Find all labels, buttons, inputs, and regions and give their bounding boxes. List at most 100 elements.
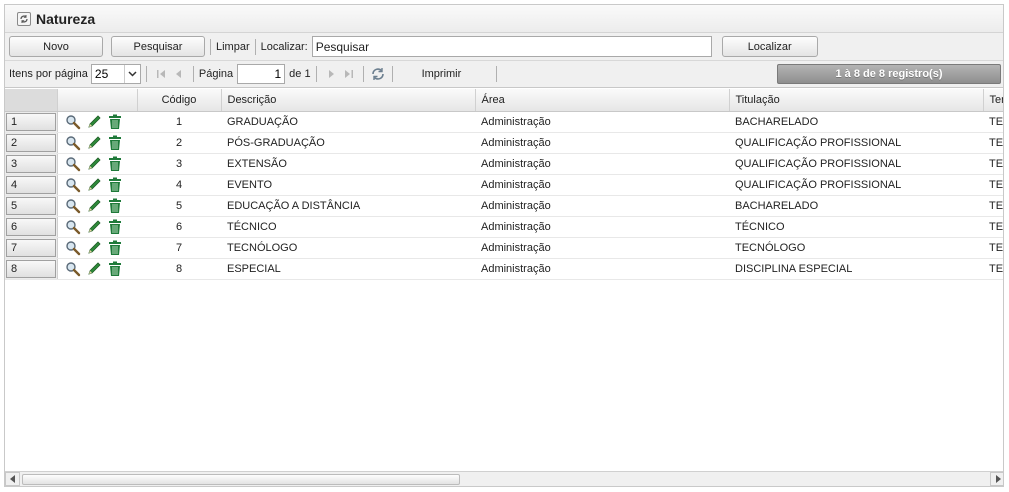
cell-area: Administração [475, 111, 729, 133]
row-number-cell[interactable]: 6 [5, 216, 58, 238]
pencil-icon[interactable] [85, 176, 103, 194]
items-per-page-value: 25 [94, 67, 109, 81]
table-row[interactable]: 2 2 PÓS-GRADUAÇÃO Administração QUALIFICAÇÃO… [5, 132, 1003, 154]
previous-page-icon[interactable] [170, 65, 188, 83]
scrollbar-track[interactable] [20, 473, 990, 486]
trash-icon[interactable] [106, 239, 124, 257]
refresh-icon[interactable] [17, 11, 31, 26]
print-link[interactable]: Imprimir [422, 68, 462, 80]
row-actions [57, 153, 137, 175]
natureza-table: Código Descrição Área Titulação Ter 1 1 GR… [5, 89, 1003, 280]
items-per-page-select[interactable]: 25 [90, 64, 141, 84]
trash-icon[interactable] [106, 218, 124, 236]
trash-icon[interactable] [106, 134, 124, 152]
header-titulacao[interactable]: Titulação [729, 89, 984, 112]
table-row[interactable]: 5 5 EDUCAÇÃO A DISTÂNCIA Administração BACHA… [5, 195, 1003, 217]
row-number[interactable]: 1 [6, 113, 56, 131]
row-number-cell[interactable]: 8 [5, 258, 58, 280]
chevron-down-icon [123, 65, 140, 83]
table-header-row: Código Descrição Área Titulação Ter [5, 89, 1003, 112]
search-button[interactable]: Pesquisar [111, 36, 205, 57]
trash-icon[interactable] [106, 155, 124, 173]
magnifier-icon[interactable] [64, 176, 82, 194]
row-number[interactable]: 8 [6, 260, 56, 278]
row-number[interactable]: 2 [6, 134, 56, 152]
cell-codigo: 1 [137, 111, 221, 133]
header-descricao[interactable]: Descrição [221, 89, 476, 112]
row-number[interactable]: 6 [6, 218, 56, 236]
table-row[interactable]: 1 1 GRADUAÇÃO Administração BACHARELADO TE [5, 111, 1003, 133]
row-number-cell[interactable]: 2 [5, 132, 58, 154]
row-number-cell[interactable]: 5 [5, 195, 58, 217]
cell-area: Administração [475, 258, 729, 280]
cell-titulacao: TÉCNICO [729, 216, 983, 238]
row-number-cell[interactable]: 1 [5, 111, 58, 133]
pencil-icon[interactable] [85, 134, 103, 152]
trash-icon[interactable] [106, 113, 124, 131]
pencil-icon[interactable] [85, 155, 103, 173]
horizontal-scrollbar[interactable] [5, 471, 1003, 486]
cell-area: Administração [475, 174, 729, 196]
cell-extra: TE [983, 258, 1003, 280]
cell-codigo: 6 [137, 216, 221, 238]
next-page-icon[interactable] [322, 65, 340, 83]
magnifier-icon[interactable] [64, 197, 82, 215]
row-actions [57, 195, 137, 217]
row-number[interactable]: 4 [6, 176, 56, 194]
cell-descricao: PÓS-GRADUAÇÃO [221, 132, 475, 154]
pager-separator [315, 66, 317, 82]
magnifier-icon[interactable] [64, 260, 82, 278]
table-row[interactable]: 3 3 EXTENSÃO Administração QUALIFICAÇÃO PROF… [5, 153, 1003, 175]
trash-icon[interactable] [106, 197, 124, 215]
cell-codigo: 2 [137, 132, 221, 154]
pencil-icon[interactable] [85, 113, 103, 131]
cell-descricao: EDUCAÇÃO A DISTÂNCIA [221, 195, 475, 217]
trash-icon[interactable] [106, 260, 124, 278]
row-number-cell[interactable]: 7 [5, 237, 58, 259]
magnifier-icon[interactable] [64, 218, 82, 236]
locate-input[interactable] [311, 36, 712, 57]
locate-button[interactable]: Localizar [721, 36, 818, 57]
magnifier-icon[interactable] [64, 113, 82, 131]
row-number[interactable]: 3 [6, 155, 56, 173]
pencil-icon[interactable] [85, 239, 103, 257]
scroll-left-icon[interactable] [5, 472, 20, 486]
scroll-right-icon[interactable] [990, 472, 1003, 486]
pager-toolbar: Itens por página 25 Página de 1 Im [5, 61, 1003, 88]
first-page-icon[interactable] [152, 65, 170, 83]
row-number[interactable]: 5 [6, 197, 56, 215]
table-row[interactable]: 4 4 EVENTO Administração QUALIFICAÇÃO PROFIS… [5, 174, 1003, 196]
window-titlebar: Natureza [5, 5, 1003, 33]
pencil-icon[interactable] [85, 218, 103, 236]
header-codigo[interactable]: Código [137, 89, 222, 112]
clear-link[interactable]: Limpar [216, 41, 250, 53]
row-number-cell[interactable]: 4 [5, 174, 58, 196]
row-number[interactable]: 7 [6, 239, 56, 257]
pencil-icon[interactable] [85, 260, 103, 278]
table-row[interactable]: 8 8 ESPECIAL Administração DISCIPLINA ESPECI… [5, 258, 1003, 280]
magnifier-icon[interactable] [64, 239, 82, 257]
page-number-input[interactable] [237, 64, 286, 84]
cell-titulacao: QUALIFICAÇÃO PROFISSIONAL [729, 153, 983, 175]
cell-titulacao: TECNÓLOGO [729, 237, 983, 259]
last-page-icon[interactable] [340, 65, 358, 83]
cell-extra: TE [983, 174, 1003, 196]
cell-titulacao: QUALIFICAÇÃO PROFISSIONAL [729, 132, 983, 154]
cell-descricao: TÉCNICO [221, 216, 475, 238]
cell-extra: TE [983, 237, 1003, 259]
new-button[interactable]: Novo [9, 36, 103, 57]
toolbar-separator [254, 38, 256, 55]
table-row[interactable]: 7 7 TECNÓLOGO Administração TECNÓLOGO TE [5, 237, 1003, 259]
row-number-cell[interactable]: 3 [5, 153, 58, 175]
cell-area: Administração [475, 216, 729, 238]
scrollbar-thumb[interactable] [22, 473, 460, 485]
header-area[interactable]: Área [475, 89, 730, 112]
magnifier-icon[interactable] [64, 134, 82, 152]
cell-titulacao: DISCIPLINA ESPECIAL [729, 258, 983, 280]
reload-icon[interactable] [369, 65, 387, 83]
table-row[interactable]: 6 6 TÉCNICO Administração TÉCNICO TE [5, 216, 1003, 238]
header-extra[interactable]: Ter [983, 89, 1003, 112]
trash-icon[interactable] [106, 176, 124, 194]
pencil-icon[interactable] [85, 197, 103, 215]
magnifier-icon[interactable] [64, 155, 82, 173]
